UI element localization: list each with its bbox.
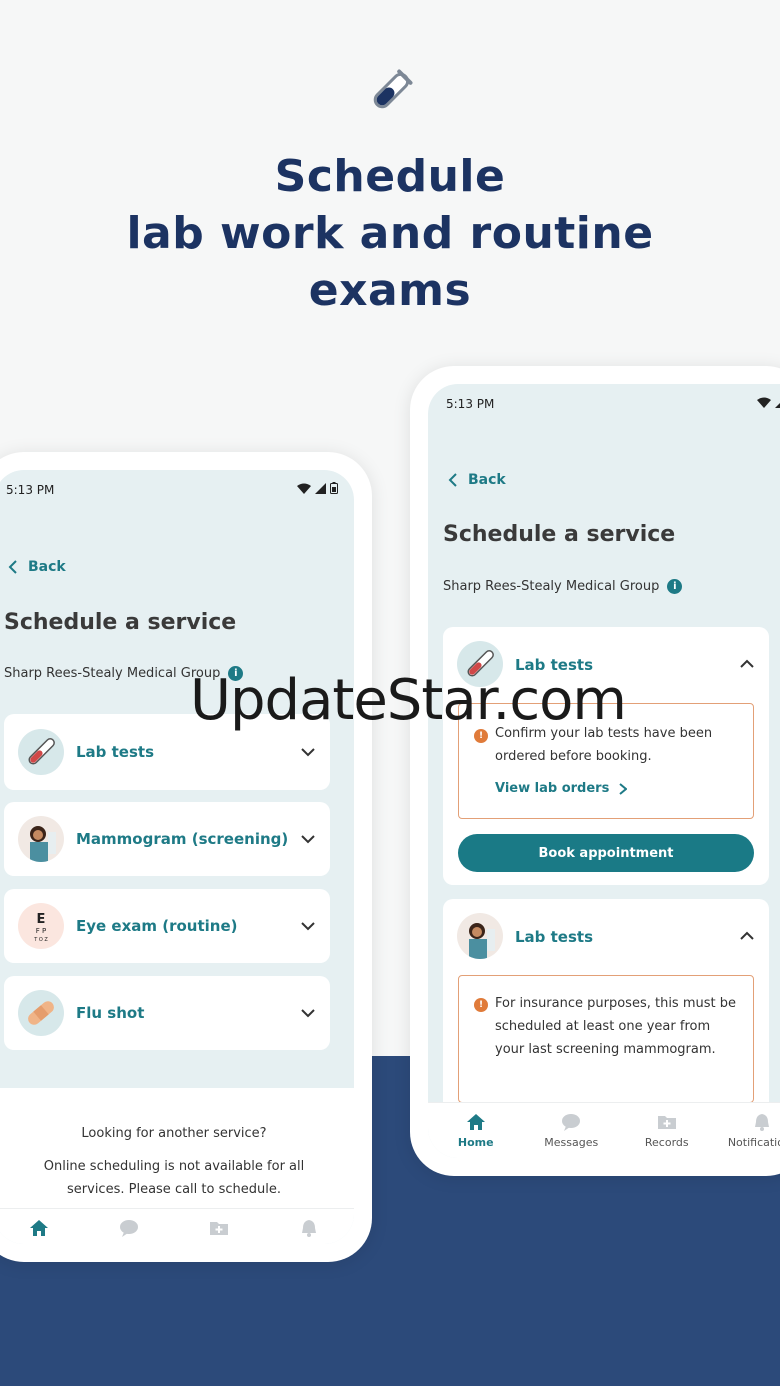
- info-icon[interactable]: i: [667, 579, 683, 594]
- home-icon: [466, 1114, 485, 1130]
- home-icon: [30, 1220, 48, 1236]
- footer-heading: Looking for another service?: [81, 1126, 267, 1141]
- watermark-text: UpdateStar.com: [190, 668, 627, 733]
- screen-title: Schedule a service: [4, 610, 237, 635]
- tab-label: Messages: [102, 1242, 156, 1244]
- folder-plus-icon: [657, 1116, 676, 1129]
- chevron-down-icon[interactable]: [300, 1005, 316, 1021]
- page-headline: Schedule lab work and routine exams: [0, 148, 780, 319]
- insurance-notice: ! For insurance purposes, this must be s…: [458, 975, 754, 1103]
- battery-icon: [330, 482, 338, 494]
- chat-icon: [562, 1114, 581, 1131]
- folder-plus-icon: [210, 1222, 228, 1235]
- bottom-tab-bar: Home Messages Records Notifications: [428, 1102, 780, 1158]
- tab-messages[interactable]: Messages: [524, 1103, 620, 1158]
- screen-title: Schedule a service: [443, 522, 676, 547]
- wifi-icon: [297, 483, 311, 494]
- provider-row: Sharp Rees-Stealy Medical Group i: [443, 579, 683, 594]
- status-bar: 5:13 PM: [428, 384, 780, 424]
- bandage-icon: [18, 990, 64, 1036]
- woman-avatar-icon: [457, 913, 503, 959]
- link-label: View lab orders: [495, 781, 610, 796]
- wifi-icon: [757, 397, 771, 408]
- tab-notifications[interactable]: Notifications: [264, 1209, 354, 1244]
- tab-label: Messages: [544, 1136, 599, 1149]
- provider-name: Sharp Rees-Stealy Medical Group: [4, 666, 221, 681]
- tab-notifications[interactable]: Notifications: [715, 1103, 780, 1158]
- status-bar: 5:13 PM: [0, 470, 354, 510]
- chevron-down-icon[interactable]: [300, 918, 316, 934]
- service-label: Mammogram (screening): [76, 830, 289, 848]
- tab-messages[interactable]: Messages: [84, 1209, 174, 1244]
- service-label: Eye exam (routine): [76, 917, 238, 935]
- chat-icon: [120, 1220, 138, 1237]
- service-label: Lab tests: [76, 743, 155, 761]
- signal-icon: [315, 482, 326, 494]
- back-label: Back: [28, 559, 66, 575]
- headline-line-1: Schedule: [274, 151, 506, 202]
- service-label: Flu shot: [76, 1004, 145, 1022]
- chevron-down-icon[interactable]: [300, 744, 316, 760]
- headline-line-2: lab work and routine: [126, 208, 654, 259]
- headline-line-3: exams: [308, 265, 472, 316]
- eye-chart-icon: EF P T O Z: [18, 903, 64, 949]
- view-lab-orders-link[interactable]: View lab orders: [495, 777, 628, 800]
- tab-home[interactable]: Home: [428, 1103, 524, 1158]
- tab-label: Home: [457, 1136, 494, 1149]
- test-tube-icon: [18, 729, 64, 775]
- bottom-tab-bar: Home Messages Records Notifications: [0, 1208, 354, 1244]
- woman-avatar-icon: [18, 816, 64, 862]
- tab-label: Records: [197, 1242, 241, 1244]
- service-card-eye-exam[interactable]: EF P T O Z Eye exam (routine): [4, 889, 330, 963]
- back-label: Back: [468, 472, 506, 488]
- tab-label: Notifications: [727, 1136, 780, 1149]
- notice-text: For insurance purposes, this must be sch…: [495, 996, 736, 1057]
- status-time: 5:13 PM: [6, 483, 55, 497]
- back-button[interactable]: Back: [448, 472, 506, 488]
- tab-records[interactable]: Records: [174, 1209, 264, 1244]
- another-service-section: Looking for another service? Online sche…: [0, 1088, 354, 1208]
- tab-label: Records: [644, 1136, 689, 1149]
- left-phone-screen: 5:13 PM Back Schedule a service Sharp Re…: [0, 470, 354, 1244]
- chevron-right-icon: [619, 782, 628, 795]
- right-phone-screen: 5:13 PM Back Schedule a service Sharp Re…: [428, 384, 780, 1158]
- service-card-flu-shot[interactable]: Flu shot: [4, 976, 330, 1050]
- chevron-up-icon[interactable]: [739, 928, 755, 944]
- svg-text:F P: F P: [36, 927, 46, 935]
- provider-name: Sharp Rees-Stealy Medical Group: [443, 579, 660, 594]
- status-icons: [297, 482, 338, 494]
- service-label: Lab tests: [515, 928, 594, 946]
- bell-icon: [302, 1220, 316, 1237]
- service-card-mammogram[interactable]: Mammogram (screening): [4, 802, 330, 876]
- service-card-lab-tests-expanded: Lab tests ! Confirm your lab tests have …: [443, 627, 769, 885]
- svg-text:T O Z: T O Z: [33, 937, 48, 943]
- back-button[interactable]: Back: [8, 559, 66, 575]
- status-time: 5:13 PM: [446, 397, 495, 411]
- signal-icon: [775, 402, 780, 408]
- tab-records[interactable]: Records: [619, 1103, 715, 1158]
- chevron-up-icon[interactable]: [739, 656, 755, 672]
- chevron-down-icon[interactable]: [300, 831, 316, 847]
- tab-label: Notifications: [275, 1242, 344, 1244]
- footer-text: Online scheduling is not available for a…: [43, 1159, 305, 1197]
- chevron-left-icon: [448, 473, 457, 487]
- test-tube-icon: [373, 69, 413, 109]
- book-appointment-button[interactable]: Book appointment: [458, 834, 754, 872]
- tab-label: Home: [21, 1242, 57, 1244]
- status-icons: [757, 396, 780, 408]
- tab-home[interactable]: Home: [0, 1209, 84, 1244]
- warning-icon: !: [474, 998, 488, 1012]
- right-phone-frame: 5:13 PM Back Schedule a service Sharp Re…: [410, 366, 780, 1176]
- bell-icon: [755, 1114, 770, 1131]
- svg-text:E: E: [37, 912, 46, 927]
- left-phone-frame: 5:13 PM Back Schedule a service Sharp Re…: [0, 452, 372, 1262]
- chevron-left-icon: [8, 560, 17, 574]
